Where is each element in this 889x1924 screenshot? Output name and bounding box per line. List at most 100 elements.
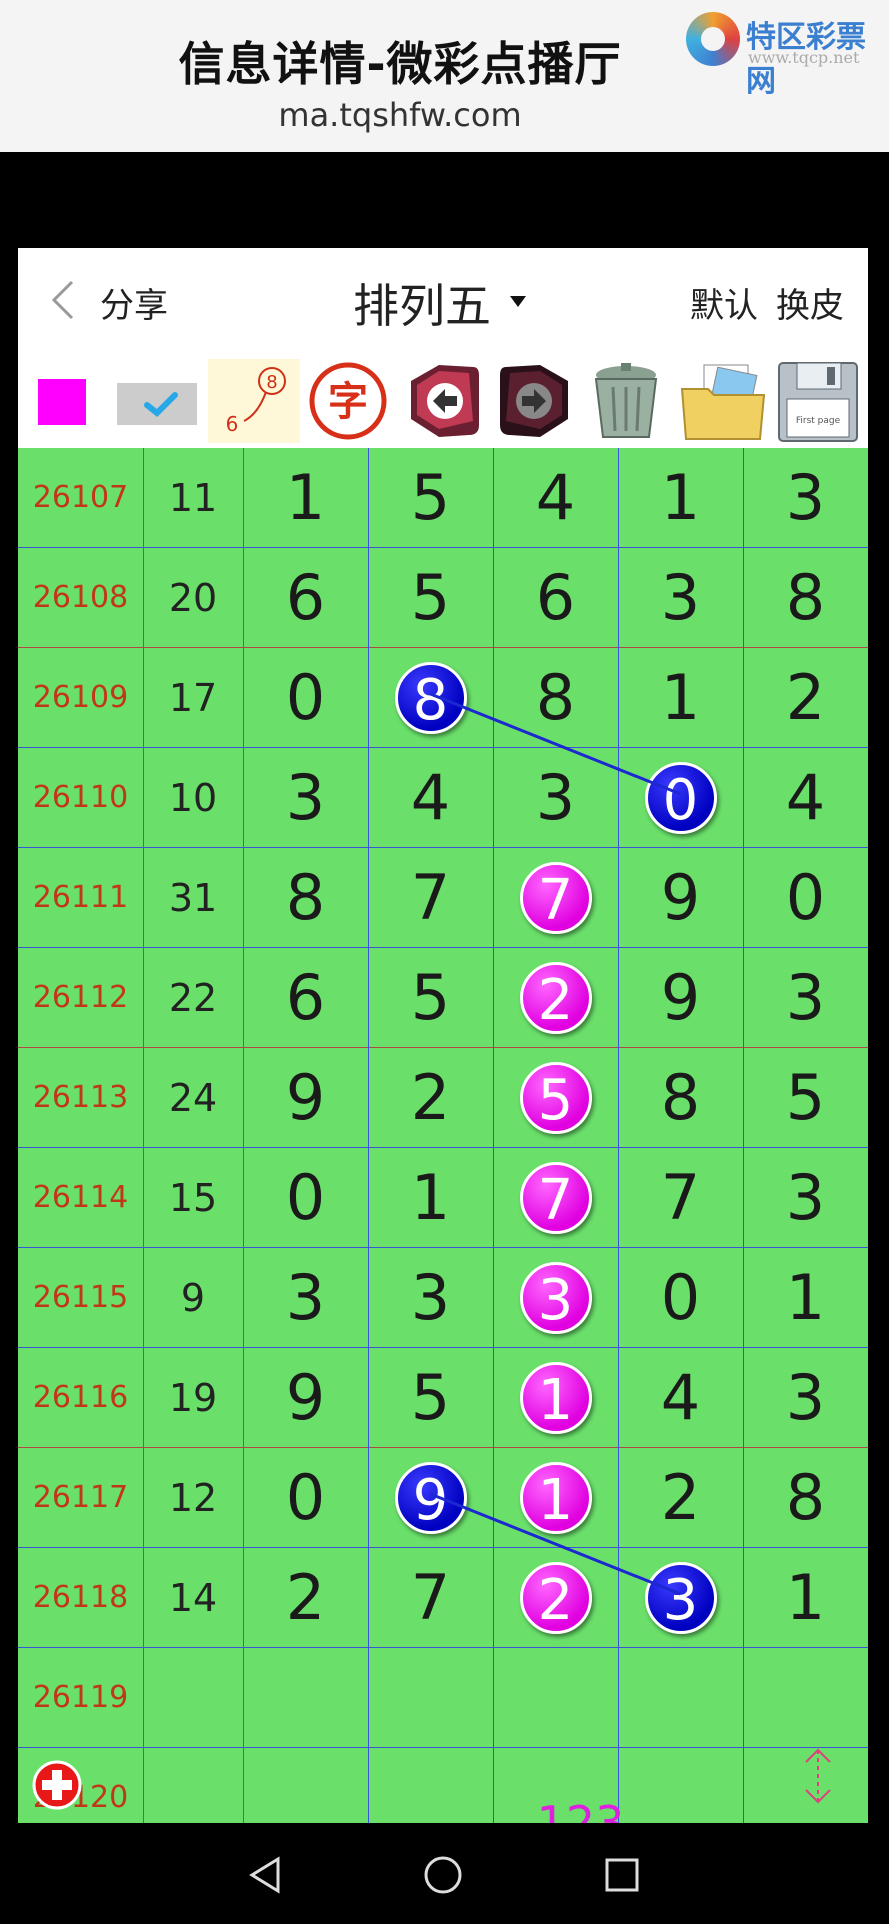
digit-cell[interactable]: 1 [618,448,743,548]
pink-ball-mark[interactable]: 2 [519,961,592,1034]
digit-cell[interactable]: 1 [493,1348,618,1448]
nav-back-icon[interactable] [244,1853,288,1897]
digit-cell[interactable]: 2 [493,948,618,1048]
digit-cell[interactable]: 5 [368,948,493,1048]
pink-ball-mark[interactable]: 7 [519,1161,592,1234]
digit-cell[interactable]: 2 [743,648,868,748]
check-button[interactable] [113,359,203,443]
digit-cell[interactable] [618,1648,743,1748]
digit-cell[interactable]: 1 [618,648,743,748]
digit-cell[interactable]: 8 [743,548,868,648]
digit-cell[interactable]: 0 [243,1448,368,1548]
digit-cell[interactable]: 6 [493,548,618,648]
folder-button[interactable] [678,359,768,443]
digit-cell[interactable]: 9 [368,1448,493,1548]
digit-cell[interactable]: 7 [618,1148,743,1248]
digit-cell[interactable]: 3 [243,748,368,848]
digit-cell[interactable]: 3 [493,748,618,848]
digit-cell[interactable]: 9 [618,948,743,1048]
digit-cell[interactable]: 1 [368,1148,493,1248]
digit-cell[interactable] [368,1748,493,1823]
digit-cell[interactable]: 5 [368,1348,493,1448]
digit-cell[interactable] [743,1648,868,1748]
digit-cell[interactable]: 0 [243,1148,368,1248]
connect-mode-button[interactable]: 8 6 [208,359,300,443]
digit-cell[interactable] [493,1648,618,1748]
digit-cell[interactable]: 9 [243,1048,368,1148]
digit-cell[interactable]: 0 [618,748,743,848]
caret-down-icon[interactable] [510,296,526,307]
chevron-left-icon[interactable] [48,280,78,320]
blue-ball-mark[interactable]: 0 [644,761,717,834]
digit-cell[interactable]: 3 [743,448,868,548]
nav-recents-icon[interactable] [600,1853,644,1897]
pink-ball-mark[interactable]: 1 [519,1461,592,1534]
digit-cell[interactable]: 4 [368,748,493,848]
digit-cell[interactable]: 4 [493,448,618,548]
pink-ball-mark[interactable]: 5 [519,1061,592,1134]
digit-cell[interactable]: 3 [243,1248,368,1348]
digit-cell[interactable]: 1 [743,1248,868,1348]
digit-cell[interactable]: 3 [368,1248,493,1348]
char-button[interactable]: 字 [306,359,390,443]
digit-cell[interactable]: 5 [743,1048,868,1148]
digit-cell[interactable]: 2 [618,1448,743,1548]
digit-cell[interactable]: 9 [243,1348,368,1448]
save-button[interactable]: First page [773,359,863,443]
add-icon[interactable] [32,1760,82,1810]
digit-cell[interactable]: 8 [243,848,368,948]
pink-ball-mark[interactable]: 1 [519,1361,592,1434]
digit-cell[interactable]: 7 [368,848,493,948]
digit-cell[interactable]: 7 [493,1148,618,1248]
color-swatch-button[interactable] [18,359,113,443]
scroll-arrows-icon[interactable] [800,1746,836,1806]
digit-cell[interactable] [368,1648,493,1748]
digit-cell[interactable]: 7 [368,1548,493,1648]
digit-cell[interactable]: 1 [243,448,368,548]
digit-cell[interactable]: 8 [618,1048,743,1148]
digit-cell[interactable]: 4 [743,748,868,848]
digit-cell[interactable]: 3 [618,1548,743,1648]
digit-cell[interactable]: 1 [493,1448,618,1548]
digit-cell[interactable]: 3 [743,1348,868,1448]
back-arrow-button[interactable] [403,359,483,443]
share-button[interactable]: 分享 [100,278,168,327]
pink-ball-mark[interactable]: 7 [519,861,592,934]
blue-ball-mark[interactable]: 8 [394,661,467,734]
skin-button[interactable]: 换皮 [776,278,844,327]
prediction-cell[interactable]: 123 678 [518,1798,643,1823]
digit-cell[interactable]: 3 [743,948,868,1048]
digit-cell[interactable]: 2 [493,1548,618,1648]
digit-cell[interactable]: 4 [618,1348,743,1448]
digit-cell[interactable]: 5 [368,548,493,648]
digit-cell[interactable] [243,1648,368,1748]
blue-ball-mark[interactable]: 3 [644,1561,717,1634]
digit-cell[interactable]: 6 [243,548,368,648]
pink-ball-mark[interactable]: 2 [519,1561,592,1634]
digit-cell[interactable]: 3 [618,548,743,648]
forward-arrow-button[interactable] [496,359,576,443]
digit-cell[interactable]: 1 [743,1548,868,1648]
digit-cell[interactable]: 5 [493,1048,618,1148]
digit-cell[interactable]: 0 [743,848,868,948]
digit-cell[interactable]: 3 [493,1248,618,1348]
digit-cell[interactable]: 8 [743,1448,868,1548]
digit-cell[interactable]: 9 [618,848,743,948]
digit-cell[interactable]: 7 [493,848,618,948]
digit-cell[interactable]: 2 [368,1048,493,1148]
digit-cell[interactable]: 0 [243,648,368,748]
digit-cell[interactable] [243,1748,368,1823]
digit-cell[interactable]: 8 [493,648,618,748]
digit-cell[interactable]: 5 [368,448,493,548]
digit-cell[interactable]: 6 [243,948,368,1048]
pink-ball-mark[interactable]: 3 [519,1261,592,1334]
digit-cell[interactable]: 0 [618,1248,743,1348]
trash-button[interactable] [583,359,669,443]
digit-cell[interactable]: 8 [368,648,493,748]
nav-home-icon[interactable] [421,1853,465,1897]
digit-cell[interactable]: 2 [243,1548,368,1648]
blue-ball-mark[interactable]: 9 [394,1461,467,1534]
default-button[interactable]: 默认 [690,278,758,327]
page-title[interactable]: 排列五 [353,270,491,336]
digit-cell[interactable]: 3 [743,1148,868,1248]
